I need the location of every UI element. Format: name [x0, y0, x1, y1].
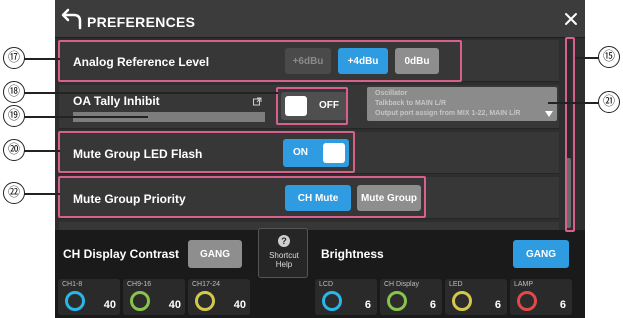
shortcut-label: Shortcut	[269, 251, 299, 260]
dial-icon	[195, 291, 215, 311]
knob-label: CH Display	[384, 281, 420, 288]
callout-box-18	[276, 87, 348, 125]
callout-box-17	[58, 40, 462, 82]
knob-lamp[interactable]: LAMP 6	[510, 279, 572, 315]
callout-number-20: ⑳	[3, 139, 25, 161]
close-icon	[565, 13, 577, 25]
dropdown-line-1: Oscillator	[375, 90, 408, 97]
knob-label: CH1-8	[62, 281, 83, 288]
callout-number-19: ⑲	[3, 105, 25, 127]
knob-lcd[interactable]: LCD 6	[315, 279, 377, 315]
leader-line-21	[548, 102, 600, 104]
help-label: Help	[275, 260, 293, 269]
page-title: PREFERENCES	[87, 14, 196, 30]
callout-number-18: ⑱	[3, 81, 25, 103]
knob-value: 40	[233, 299, 246, 311]
knob-led[interactable]: LED 6	[445, 279, 507, 315]
leader-line-15	[575, 57, 600, 59]
brightness-gang-button[interactable]: GANG	[513, 240, 569, 268]
oa-tally-inhibit-label: OA Tally Inhibit	[73, 94, 160, 108]
callout-number-17: ⑰	[3, 47, 25, 69]
knob-label: LED	[449, 281, 463, 288]
leader-line-17	[24, 58, 60, 60]
back-arrow-icon	[61, 8, 82, 30]
dropdown-line-2: Talkback to MAIN L/R	[375, 100, 447, 107]
callout-box-15	[565, 37, 575, 232]
dial-icon	[130, 291, 150, 311]
callout-box-20	[58, 131, 355, 173]
knob-ch-display[interactable]: CH Display 6	[380, 279, 442, 315]
knob-label: CH17-24	[192, 281, 221, 288]
ch-display-contrast-label: CH Display Contrast	[63, 247, 180, 261]
knob-ch17-24[interactable]: CH17-24 40	[188, 279, 250, 315]
callout-box-22	[58, 176, 426, 218]
back-button[interactable]	[59, 6, 85, 32]
knob-value: 40	[103, 299, 116, 311]
leader-line-22	[24, 193, 60, 195]
dial-icon	[65, 291, 85, 311]
contrast-gang-button[interactable]: GANG	[188, 240, 242, 268]
knob-label: LAMP	[514, 281, 534, 288]
dial-icon	[387, 291, 407, 311]
dial-icon	[322, 291, 342, 311]
leader-line-19	[24, 116, 148, 118]
title-bar: PREFERENCES	[55, 0, 585, 38]
external-link-icon[interactable]	[253, 97, 262, 106]
callout-number-22: ㉒	[3, 182, 25, 204]
knob-value: 6	[494, 299, 501, 311]
oa-tally-source-dropdown[interactable]: Oscillator Talkback to MAIN L/R Output p…	[367, 87, 557, 121]
knob-label: LCD	[319, 281, 334, 288]
knob-value: 40	[168, 299, 181, 311]
dial-icon	[452, 291, 472, 311]
bottom-control-strip: CH Display Contrast GANG Brightness GANG…	[55, 230, 585, 318]
brightness-label: Brightness	[321, 247, 384, 261]
callout-number-15: ⑮	[598, 46, 620, 68]
knob-value: 6	[559, 299, 566, 311]
leader-line-18	[24, 92, 278, 94]
knob-label: CH9-16	[127, 281, 152, 288]
knob-ch9-16[interactable]: CH9-16 40	[123, 279, 185, 315]
callout-number-21: ㉑	[598, 91, 620, 113]
close-button[interactable]	[561, 9, 581, 29]
dropdown-line-3: Output port assign from MIX 1-22, MAIN L…	[375, 110, 521, 117]
knob-value: 6	[429, 299, 436, 311]
shortcut-help-button[interactable]: ? Shortcut Help	[258, 228, 308, 278]
leader-line-20	[24, 150, 60, 152]
help-icon: ?	[278, 235, 290, 247]
chevron-down-icon	[545, 111, 553, 117]
knob-ch1-8[interactable]: CH1-8 40	[58, 279, 120, 315]
dial-icon	[517, 291, 537, 311]
knob-value: 6	[364, 299, 371, 311]
